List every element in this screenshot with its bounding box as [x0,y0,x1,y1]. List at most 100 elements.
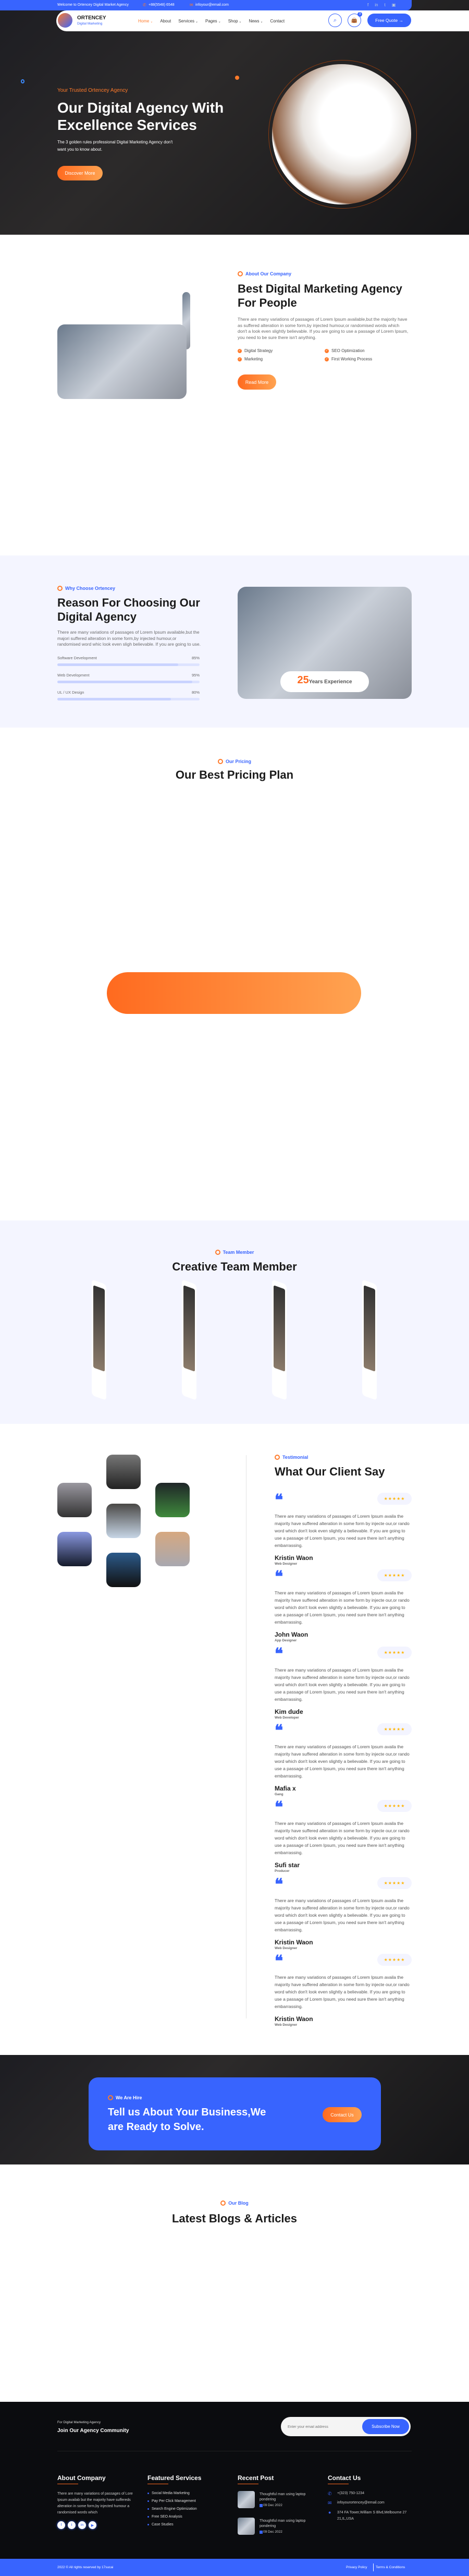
feature-item: ✓ Digital Strategy [238,348,273,353]
post-title[interactable]: Thoughtful man using laptop pondering [260,2519,312,2529]
client-name: Sufi star [275,1861,300,1869]
testimonial-item: ❝ ★★★★★ There are many variations of passa… [275,1569,412,1646]
chevron-down-icon: ⌄ [239,20,242,23]
logo-icon[interactable] [58,13,72,28]
team-member-card[interactable] [92,1279,106,1401]
skill-progress-fill [57,681,193,683]
service-link[interactable]: Search Engine Optimization [147,2507,197,2511]
service-link[interactable]: Pay Per Click Management [147,2499,197,2503]
skill-percent: 80% [191,690,200,695]
subscribe-button[interactable]: Subscribe Now [362,2419,409,2434]
facebook-icon[interactable]: f [57,2521,65,2529]
why-text: There are many variations of passages of… [57,630,201,647]
decor-dot [235,76,239,80]
client-role: Web Designer [275,1946,298,1950]
star-rating: ★★★★★ [377,1723,412,1735]
quote-icon: ❝ [275,1644,283,1663]
hero-people-image [272,64,411,204]
youtube-icon[interactable]: ▶ [89,2521,96,2529]
team-member-photo [274,1285,285,1372]
client-name: Kristin Waon [275,1938,313,1946]
service-link[interactable]: Social Media Marketing [147,2492,197,2495]
contact-us-button[interactable]: Contact Us [323,2107,362,2122]
chevron-down-icon: ⌄ [150,20,153,23]
email-input[interactable] [288,2423,355,2431]
skill-percent: 95% [191,673,200,678]
terms-link[interactable]: Terms & Conditions [376,2566,405,2569]
client-name: Mafia x [275,1784,296,1792]
post-thumbnail[interactable] [238,2491,255,2508]
feature-item: ✓ SEO Optimization [325,348,365,353]
experience-badge: 25 Years Experience [280,671,369,692]
experience-text: Years Experience [308,679,352,685]
nav-item-about[interactable]: About [160,19,171,23]
footer-phone[interactable]: +(323) 750-1234 [337,2492,364,2495]
testimonial-text: There are many variations of passages of… [275,1897,410,1932]
client-role: Web Designer [275,1562,298,1566]
target-icon [215,1250,220,1255]
nav-item-shop[interactable]: Shop ⌄ [228,19,242,23]
client-name: Kristin Waon [275,2015,313,2023]
discover-more-button[interactable]: Discover More [57,166,103,180]
youtube-icon[interactable]: ▣ [392,3,396,7]
target-icon [220,2200,226,2206]
hero-text: The 3 golden rules professional Digital … [57,140,173,152]
bullet-icon [147,2524,149,2525]
client-role: Producer [275,1869,290,1873]
topbar-email[interactable]: infoyour@email.com [195,3,229,7]
testimonial-text: There are many variations of passages of… [275,1514,410,1548]
experience-number: 25 [297,674,309,686]
about-company-text: There are many variations of passages of… [57,2492,133,2514]
footer-email[interactable]: infoyourortencey@email.com [337,2501,385,2505]
free-quote-button[interactable]: Free Quote → [367,14,411,27]
chevron-down-icon: ⌄ [260,20,263,23]
skill-progress-fill [57,698,171,700]
testimonial-title: What Our Client Say [275,1465,385,1478]
brand-name: ORTENCEY [77,15,106,21]
linkedin-icon[interactable]: in [78,2521,86,2529]
link-divider [373,2563,374,2571]
testimonial-item: ❝ ★★★★★ There are many variations of passa… [275,1953,412,2030]
post-thumbnail[interactable] [238,2518,255,2535]
nav-item-news[interactable]: News ⌄ [249,19,263,23]
service-link[interactable]: Case Studies [147,2523,197,2526]
twitter-icon[interactable]: t [68,2521,76,2529]
testimonial-text: There are many variations of passages of… [275,1667,410,1702]
about-company-heading: About Company [57,2474,106,2482]
skill-percent: 85% [191,656,200,660]
search-button[interactable]: ⌕ [328,14,342,27]
nav-item-contact[interactable]: Contact [270,19,285,23]
target-icon [57,586,63,591]
quote-icon: ❝ [275,1721,283,1740]
calendar-icon [260,2531,263,2534]
client-avatar [106,1504,141,1538]
nav-item-services[interactable]: Services ⌄ [178,19,198,23]
post-title[interactable]: Thoughtful man using laptop pondering [260,2492,312,2502]
skill-progress-bar [57,698,200,700]
read-more-button[interactable]: Read More [238,374,276,390]
linkedin-icon[interactable]: in [375,3,378,7]
target-icon [217,759,223,764]
client-avatar [106,1455,141,1489]
brand-tagline: Digital Marketing [77,22,103,26]
skill-progress-bar [57,681,200,683]
client-avatar [155,1483,190,1517]
testimonial-item: ❝ ★★★★★ There are many variations of passa… [275,1644,412,1723]
nav-item-home[interactable]: Home ⌄ [138,19,153,23]
services-list: Social Media Marketing Pay Per Click Mana… [147,2492,197,2526]
why-label: Why Choose Ortencey [57,586,115,591]
nav-item-pages[interactable]: Pages ⌄ [205,19,221,23]
skill-label: Web Development [57,673,90,678]
hero-subtitle: Your Trusted Ortencey Agency [57,88,128,93]
topbar-phone[interactable]: +88(5548) 6548 [149,3,175,7]
service-link[interactable]: Free SEO Analysis [147,2515,197,2519]
team-title: Creative Team Member [172,1260,297,1273]
team-member-card[interactable] [272,1279,287,1401]
team-member-card[interactable] [182,1279,196,1401]
privacy-policy-link[interactable]: Privacy Policy [346,2566,367,2569]
client-name: Kristin Waon [275,1554,313,1562]
facebook-icon[interactable]: f [367,3,368,7]
twitter-icon[interactable]: t [384,3,385,7]
client-name: Kim dude [275,1708,303,1715]
team-member-card[interactable] [362,1279,377,1401]
